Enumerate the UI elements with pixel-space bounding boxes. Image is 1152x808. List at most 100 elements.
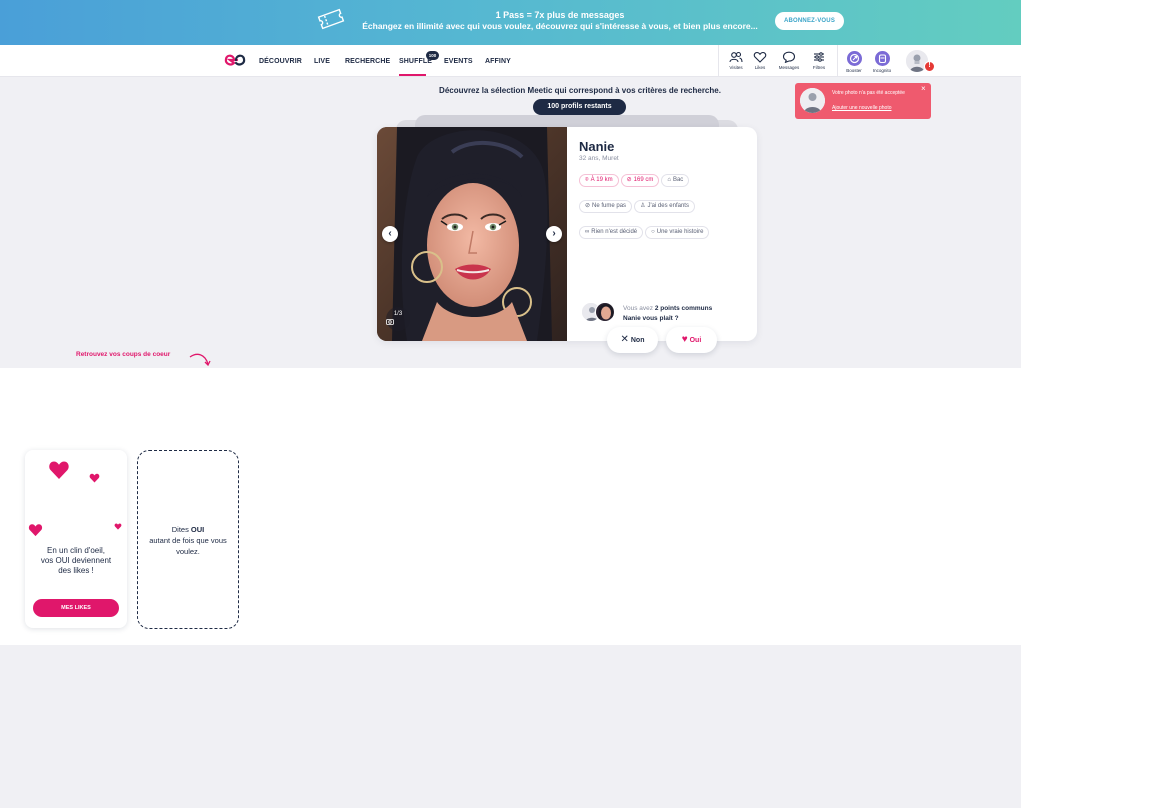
- profile-name: Nanie: [579, 139, 615, 154]
- likes-card-message: En un clin d'oeil, vos OUI deviennent de…: [29, 546, 123, 576]
- likes-msg-line2: vos OUI deviennent: [40, 556, 112, 565]
- yes-button[interactable]: ♥ Oui: [666, 327, 717, 353]
- photo-counter-text: 1/3: [393, 311, 403, 317]
- ticket-icon: [317, 8, 345, 30]
- nav-events[interactable]: EVENTS: [444, 58, 473, 65]
- filters-label: Filtres: [812, 65, 826, 70]
- children-icon: ♙: [640, 203, 646, 209]
- filters-button[interactable]: Filtres: [804, 49, 834, 73]
- common-points: Vous avez 2 points communs Nanie vous pl…: [579, 302, 749, 326]
- likes-card: En un clin d'oeil, vos OUI deviennent de…: [25, 450, 127, 628]
- profile-chips: ⌾ À 19 km ⊘ 169 cm ⌂ Bac ⊘ Ne fume pas ♙ J'ai de…: [579, 168, 749, 246]
- search-icon: ○: [651, 229, 655, 235]
- incognito-label: Incognito: [872, 68, 892, 73]
- top-nav: DÉCOUVRIR LIVE RECHERCHE SHUFFLE 100 EVE…: [0, 45, 1021, 77]
- placeholder-prefix: Dites: [171, 525, 191, 534]
- promo-headline: 1 Pass = 7x plus de messages: [495, 10, 625, 20]
- subscribe-button[interactable]: ABONNEZ-VOUS: [775, 12, 844, 30]
- toast-close-icon[interactable]: ×: [921, 84, 926, 93]
- incognito-button[interactable]: Incognito: [867, 49, 897, 73]
- alert-badge: !: [924, 61, 935, 72]
- booster-label: Booster: [846, 68, 862, 73]
- add-photo-link[interactable]: Ajouter une nouvelle photo: [832, 105, 892, 111]
- active-tab-indicator: [399, 74, 426, 76]
- chip-label: À 19 km: [590, 177, 613, 183]
- nav-live[interactable]: LIVE: [314, 58, 330, 65]
- no-button[interactable]: ✕ Non: [607, 327, 658, 353]
- booster-button[interactable]: Booster: [839, 49, 869, 73]
- incognito-icon: [874, 51, 890, 66]
- common-text: Vous avez 2 points communs Nanie vous pl…: [623, 304, 712, 324]
- no-button-label: Non: [630, 337, 645, 344]
- smoking-chip: ⊘ Ne fume pas: [579, 200, 633, 213]
- placeholder-rest: autant de fois que vous voulez.: [149, 536, 227, 556]
- nav-divider: [718, 45, 719, 77]
- nav-affiny[interactable]: AFFINY: [485, 58, 511, 65]
- say-yes-placeholder-card: Dites OUI autant de fois que vous voulez…: [137, 450, 239, 629]
- nav-decouvrir[interactable]: DÉCOUVRIR: [259, 58, 302, 65]
- placeholder-bold: OUI: [190, 525, 205, 534]
- discover-intro: Découvrez la sélection Meetic qui corres…: [439, 86, 721, 95]
- intention-chip: ○ Une vraie histoire: [645, 226, 710, 239]
- likes-label: Likes: [754, 65, 766, 70]
- messages-label: Messages: [778, 65, 800, 70]
- heart-icon: [753, 51, 767, 63]
- heart-icon: [28, 524, 43, 537]
- match-avatar-small: [595, 302, 615, 322]
- message-icon: [782, 51, 796, 63]
- boost-icon: [846, 51, 862, 66]
- favorites-hint[interactable]: Retrouvez vos coups de coeur: [76, 351, 170, 358]
- promo-banner: 1 Pass = 7x plus de messages Échangez en…: [0, 0, 1021, 45]
- common-prefix: Vous avez: [623, 305, 653, 312]
- chip-label: Bac: [672, 177, 684, 183]
- my-likes-button[interactable]: MES LIKES: [33, 599, 119, 617]
- children-chip: ♙ J'ai des enfants: [634, 200, 695, 213]
- chip-label: Ne fume pas: [592, 203, 627, 209]
- chip-label: J'ai des enfants: [647, 203, 689, 209]
- chip-label: Une vraie histoire: [656, 229, 704, 235]
- previous-photo-button[interactable]: ‹: [382, 226, 398, 242]
- next-photo-button[interactable]: ›: [546, 226, 562, 242]
- heart-icon: [49, 461, 69, 479]
- remaining-profiles-badge: 100 profils restants: [533, 99, 626, 115]
- heart-icon: [89, 473, 100, 483]
- link-icon: ∞: [585, 229, 590, 235]
- likes-msg-line3: des likes !: [58, 566, 94, 575]
- likes-button[interactable]: Likes: [745, 49, 775, 73]
- close-icon: ✕: [620, 334, 629, 345]
- heart-icon: ♥: [681, 334, 688, 345]
- heart-icon: [114, 523, 122, 530]
- meetic-logo[interactable]: [224, 52, 246, 68]
- profile-age-city: 32 ans, Muret: [579, 155, 619, 162]
- distance-chip: ⌾ À 19 km: [579, 174, 619, 187]
- messages-button[interactable]: Messages: [774, 49, 804, 73]
- relationship-chip: ∞ Rien n'est décidé: [579, 226, 644, 239]
- section-wave: [0, 368, 1021, 377]
- visits-icon: [729, 51, 743, 63]
- no-smoking-icon: ⊘: [585, 203, 591, 209]
- profile-photo[interactable]: ‹ › 1/3: [377, 127, 567, 341]
- height-chip: ⊘ 169 cm: [620, 174, 660, 187]
- yes-button-label: Oui: [689, 337, 702, 344]
- chip-label: 169 cm: [633, 177, 654, 183]
- likes-msg-line1: En un clin d'oeil,: [46, 546, 105, 555]
- location-icon: ⌾: [585, 177, 589, 183]
- filter-icon: [814, 52, 824, 62]
- promo-subline: Échangez en illimité avec qui vous voule…: [362, 21, 758, 31]
- toast-avatar: [800, 88, 825, 113]
- photo-counter: 1/3: [386, 307, 410, 331]
- toast-message: Votre photo n'a pas été acceptée: [832, 90, 905, 96]
- photo-rejected-toast: Votre photo n'a pas été acceptée Ajouter…: [795, 83, 931, 119]
- graduation-icon: ⌂: [667, 177, 671, 183]
- camera-icon: [386, 319, 394, 325]
- placeholder-message: Dites OUI autant de fois que vous voulez…: [144, 524, 232, 557]
- common-question: Nanie vous plaît ?: [623, 315, 679, 322]
- ruler-icon: ⊘: [626, 177, 632, 183]
- chip-label: Rien n'est décidé: [591, 229, 638, 235]
- nav-recherche[interactable]: RECHERCHE: [345, 58, 390, 65]
- education-chip: ⌂ Bac: [661, 174, 690, 187]
- app-background: 1 Pass = 7x plus de messages Échangez en…: [0, 0, 1021, 808]
- shuffle-count-badge: 100: [426, 51, 439, 60]
- nav-divider: [837, 45, 838, 77]
- profile-info: Nanie 32 ans, Muret ⌾ À 19 km ⊘ 169 cm ⌂ Bac …: [579, 139, 749, 246]
